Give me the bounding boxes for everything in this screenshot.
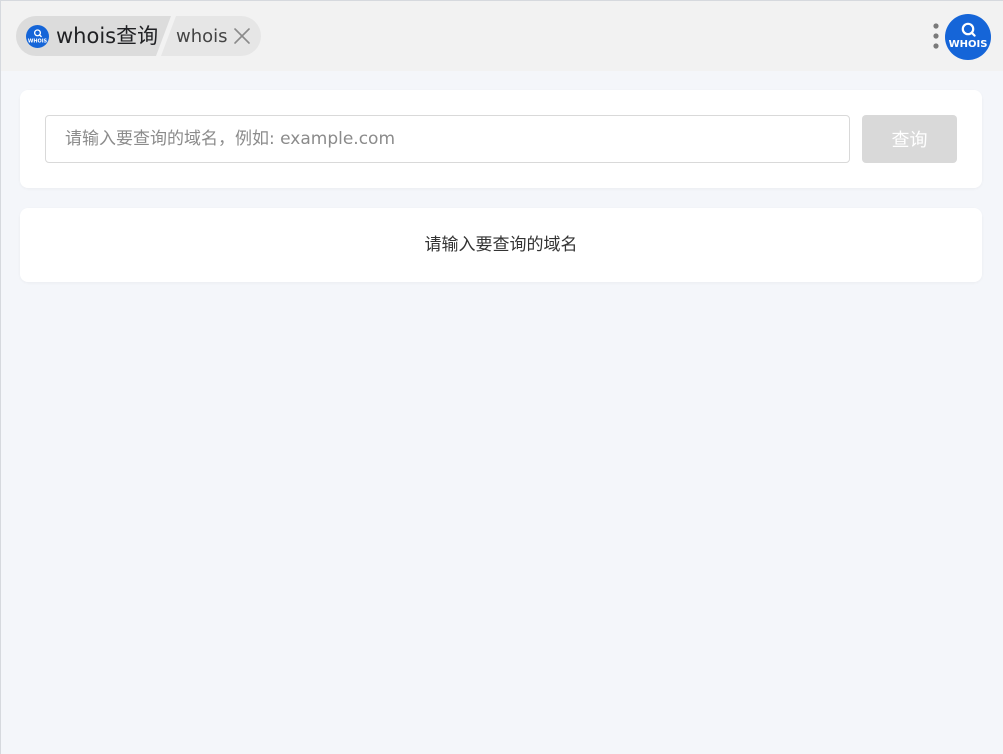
logo-small-text: WHOIS [28,39,48,45]
breadcrumb-app-name[interactable]: whois查询 [56,22,158,50]
top-bar: WHOIS whois查询 whois WHOIS [1,1,1003,71]
result-hint-text: 请输入要查询的域名 [424,235,578,255]
whois-logo-icon: WHOIS [26,25,49,48]
breadcrumb: WHOIS whois查询 whois [16,16,261,56]
logo-large-text: WHOIS [949,39,988,50]
whois-logo-icon[interactable]: WHOIS [945,14,991,60]
breadcrumb-page-name[interactable]: whois [176,25,228,49]
domain-search-input[interactable] [45,115,850,163]
more-vertical-icon[interactable] [930,21,942,51]
close-icon[interactable] [233,27,251,45]
search-button[interactable]: 查询 [862,115,957,163]
result-card: 请输入要查询的域名 [20,208,982,282]
search-card: 查询 [20,90,982,188]
